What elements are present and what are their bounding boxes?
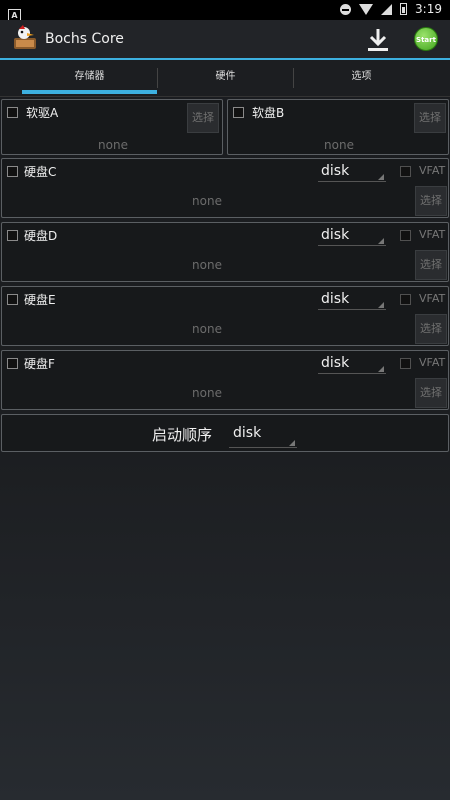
hard-disk-f-vfat-label: VFAT — [419, 356, 446, 369]
hard-disk-e-select-button[interactable]: 选择 — [415, 314, 447, 344]
floppy-b-label: 软盘B — [252, 106, 285, 120]
floppy-b-checkbox[interactable] — [233, 107, 244, 118]
floppy-b-select-button[interactable]: 选择 — [414, 103, 446, 133]
hard-disk-d-panel: 硬盘D disk VFAT none 选择 — [1, 222, 449, 282]
hard-disk-f-vfat-checkbox[interactable] — [400, 358, 411, 369]
floppy-a-checkbox[interactable] — [7, 107, 18, 118]
floppy-a-panel: 软驱A 选择 none — [1, 99, 223, 155]
tab-indicator — [22, 90, 157, 94]
bochs-logo-icon — [14, 25, 36, 49]
floppy-b-panel: 软盘B 选择 none — [227, 99, 449, 155]
tab-hardware[interactable]: 硬件 — [158, 60, 293, 96]
spinner-underline — [318, 181, 386, 182]
hard-disk-c-type-select[interactable]: disk — [321, 163, 349, 179]
dropdown-arrow-icon — [378, 366, 384, 372]
hard-disk-d-select-button[interactable]: 选择 — [415, 250, 447, 280]
dropdown-arrow-icon — [378, 238, 384, 244]
hard-disk-d-type-select[interactable]: disk — [321, 227, 349, 243]
hard-disk-c-panel: 硬盘C disk VFAT none 选择 — [1, 158, 449, 218]
tab-options[interactable]: 选项 — [294, 60, 429, 96]
hard-disk-e-label: 硬盘E — [24, 293, 56, 307]
hard-disk-f-select-button[interactable]: 选择 — [415, 378, 447, 408]
download-icon[interactable] — [364, 26, 392, 54]
dropdown-arrow-icon — [378, 174, 384, 180]
dropdown-arrow-icon — [289, 440, 295, 446]
hard-disk-d-checkbox[interactable] — [7, 230, 18, 241]
hard-disk-d-vfat-label: VFAT — [419, 228, 446, 241]
dnd-icon — [340, 3, 352, 15]
app-title: Bochs Core — [45, 31, 124, 47]
floppy-a-path: none — [98, 138, 128, 152]
battery-icon — [400, 3, 408, 15]
hard-disk-c-vfat-checkbox[interactable] — [400, 166, 411, 177]
boot-order-label: 启动顺序 — [152, 426, 213, 444]
hard-disk-c-path: none — [192, 194, 222, 208]
hard-disk-f-label: 硬盘F — [24, 357, 55, 371]
boot-order-select[interactable]: disk — [233, 425, 261, 441]
spinner-underline — [318, 245, 386, 246]
hard-disk-d-vfat-checkbox[interactable] — [400, 230, 411, 241]
hard-disk-c-select-button[interactable]: 选择 — [415, 186, 447, 216]
hard-disk-e-path: none — [192, 322, 222, 336]
tab-bar: 存储器 硬件 选项 — [0, 60, 450, 97]
hard-disk-f-checkbox[interactable] — [7, 358, 18, 369]
boot-order-panel: 启动顺序 disk — [1, 414, 449, 452]
spinner-underline — [318, 309, 386, 310]
hard-disk-f-type-select[interactable]: disk — [321, 355, 349, 371]
status-bar: A 3:19 — [0, 0, 450, 22]
status-time: 3:19 — [415, 2, 442, 16]
wifi-icon — [359, 3, 374, 15]
spinner-underline — [318, 373, 386, 374]
hard-disk-e-type-select[interactable]: disk — [321, 291, 349, 307]
floppy-b-path: none — [324, 138, 354, 152]
hard-disk-e-panel: 硬盘E disk VFAT none 选择 — [1, 286, 449, 346]
hard-disk-c-vfat-label: VFAT — [419, 164, 446, 177]
signal-icon — [381, 3, 393, 15]
hard-disk-d-path: none — [192, 258, 222, 272]
hard-disk-f-path: none — [192, 386, 222, 400]
hard-disk-c-label: 硬盘C — [24, 165, 57, 179]
spinner-underline — [229, 447, 297, 448]
hard-disk-f-panel: 硬盘F disk VFAT none 选择 — [1, 350, 449, 410]
hard-disk-e-checkbox[interactable] — [7, 294, 18, 305]
hard-disk-e-vfat-checkbox[interactable] — [400, 294, 411, 305]
dropdown-arrow-icon — [378, 302, 384, 308]
hard-disk-d-label: 硬盘D — [24, 229, 58, 243]
floppy-a-select-button[interactable]: 选择 — [187, 103, 219, 133]
hard-disk-e-vfat-label: VFAT — [419, 292, 446, 305]
hard-disk-c-checkbox[interactable] — [7, 166, 18, 177]
start-button[interactable]: Start — [414, 27, 438, 51]
app-bar: Bochs Core Start — [0, 20, 450, 60]
floppy-a-label: 软驱A — [26, 106, 59, 120]
